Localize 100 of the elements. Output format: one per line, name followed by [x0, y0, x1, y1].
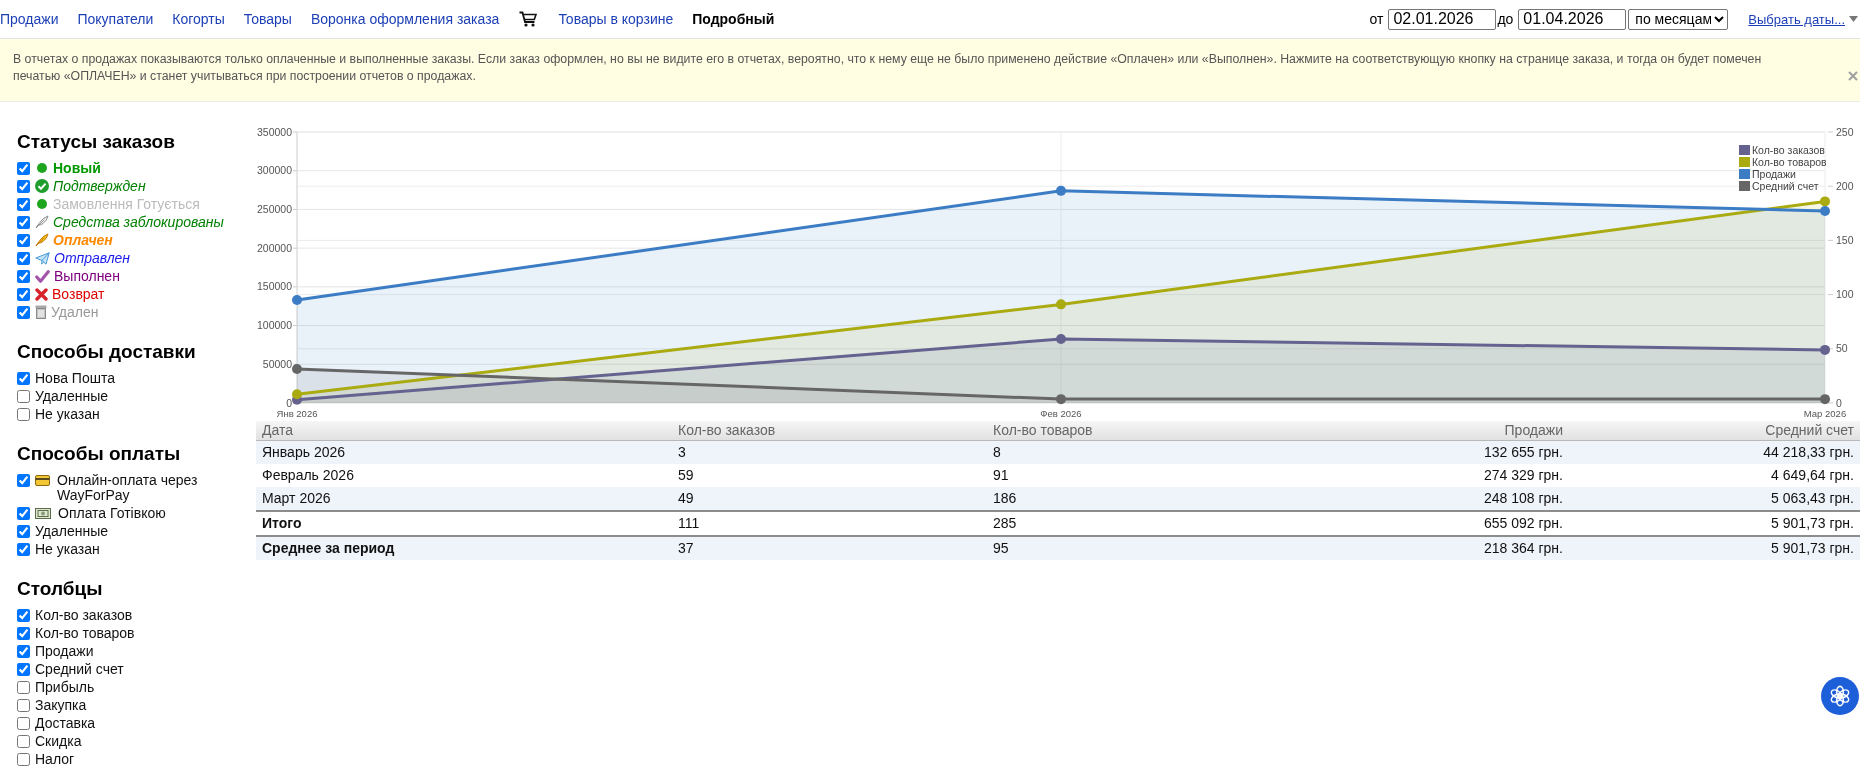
option-label: Оплата Готівкою: [58, 505, 166, 521]
option-label: Кол-во товаров: [35, 625, 135, 641]
table-cell: 186: [987, 486, 1257, 511]
checkbox[interactable]: [17, 269, 30, 283]
checkbox[interactable]: [17, 251, 30, 265]
axis-label: 100000: [256, 319, 292, 332]
checkbox[interactable]: [17, 305, 30, 319]
checkbox[interactable]: [17, 233, 30, 247]
checkbox[interactable]: [17, 287, 30, 301]
legend-label: Продажи: [1752, 167, 1796, 180]
checkbox[interactable]: [17, 698, 30, 712]
axis-label: 50000: [262, 357, 292, 370]
checkbox[interactable]: [17, 608, 30, 622]
checkbox[interactable]: [17, 716, 30, 730]
legend-label: Кол-во заказов: [1752, 143, 1825, 156]
option-label: Не указан: [35, 406, 100, 422]
checkbox[interactable]: [17, 389, 30, 403]
axis-label: 150: [1836, 233, 1854, 246]
axis-label: Фев 2026: [1040, 408, 1082, 419]
option-label: Прибыль: [35, 679, 95, 695]
checkbox[interactable]: [17, 179, 30, 193]
axis-label: 250000: [256, 202, 292, 215]
table-cell: 44 218,33 грн.: [1569, 440, 1860, 464]
checkbox[interactable]: [17, 473, 30, 487]
data-point: [1056, 334, 1066, 345]
option-label: Удаленные: [35, 523, 109, 539]
nav-tab[interactable]: Товары: [243, 11, 292, 27]
checkbox[interactable]: [17, 215, 30, 229]
table-cell: 3: [672, 440, 987, 464]
axis-label: 0: [1836, 396, 1842, 409]
data-point: [292, 389, 302, 400]
table-cell: 5 901,73 грн.: [1569, 535, 1860, 560]
data-point: [292, 363, 302, 374]
axis-label: 250: [1836, 125, 1854, 138]
checkbox[interactable]: [17, 662, 30, 676]
checkbox[interactable]: [17, 506, 30, 520]
column-header[interactable]: Средний счет: [1569, 421, 1860, 440]
checkbox[interactable]: [17, 626, 30, 640]
option-label: Налог: [35, 751, 75, 767]
nav-tab[interactable]: Товары в корзине: [558, 11, 674, 27]
check-circle-icon: [35, 179, 49, 193]
table-cell: 132 655 грн.: [1257, 440, 1569, 464]
column-header[interactable]: Дата: [256, 421, 672, 440]
checkbox[interactable]: [17, 524, 30, 538]
nav-tab[interactable]: Подробный: [692, 11, 775, 27]
table-cell: 91: [987, 463, 1257, 487]
table-cell: 8: [987, 440, 1257, 464]
table-cell: 59: [672, 463, 987, 487]
data-point: [1820, 206, 1830, 216]
nav-tab[interactable]: Покупатели: [77, 11, 154, 27]
cart-icon[interactable]: [519, 11, 538, 27]
table-cell: Январь 2026: [256, 440, 672, 464]
table-cell: 37: [672, 535, 987, 560]
dot-icon: [37, 199, 47, 209]
option-label: Скидка: [35, 733, 82, 749]
table-cell: 218 364 грн.: [1257, 535, 1569, 560]
column-header[interactable]: Кол-во товаров: [987, 421, 1257, 440]
option-label: Удален: [51, 304, 99, 320]
checkbox[interactable]: [17, 197, 30, 211]
period-select[interactable]: по месяцам: [1628, 8, 1729, 30]
nav-tab[interactable]: Когорты: [172, 11, 225, 27]
data-point: [1056, 185, 1066, 196]
table-cell: 4 649,64 грн.: [1569, 463, 1860, 487]
table-cell: Февраль 2026: [256, 463, 672, 487]
axis-label: 150000: [256, 280, 292, 293]
close-icon[interactable]: [1848, 71, 1858, 81]
table-cell: 248 108 грн.: [1257, 486, 1569, 511]
date-field[interactable]: 01.04.2026: [1518, 8, 1627, 30]
caret-icon[interactable]: [1849, 16, 1858, 22]
quill-icon: [35, 215, 49, 229]
checkbox[interactable]: [17, 371, 30, 385]
option-label: Возврат: [52, 286, 105, 302]
paper-plane-icon: [35, 251, 50, 265]
date-field[interactable]: 02.01.2026: [1388, 8, 1497, 30]
column-header[interactable]: Кол-во заказов: [672, 421, 987, 440]
checkbox[interactable]: [17, 752, 30, 766]
option-label: Продажи: [35, 643, 94, 659]
table-cell: 274 329 грн.: [1257, 463, 1569, 487]
checkbox[interactable]: [17, 644, 30, 658]
legend-label: Кол-во товаров: [1752, 155, 1827, 168]
chat-button[interactable]: [1821, 677, 1859, 715]
checkbox[interactable]: [17, 680, 30, 694]
axis-label: 200: [1836, 179, 1854, 192]
checkbox[interactable]: [17, 161, 30, 175]
nav-tab[interactable]: Воронка оформления заказа: [310, 11, 500, 27]
dot-icon: [37, 163, 47, 173]
checkbox[interactable]: [17, 734, 30, 748]
nav-tab[interactable]: Продажи: [0, 11, 59, 27]
option-label: Удаленные: [35, 388, 109, 404]
table-cell: 5 063,43 грн.: [1569, 486, 1860, 511]
axis-label: 0: [286, 396, 292, 409]
axis-label: 50: [1836, 342, 1848, 355]
axis-label: 300000: [256, 164, 292, 177]
data-point: [292, 295, 302, 305]
column-header[interactable]: Продажи: [1257, 421, 1569, 440]
checkbox[interactable]: [17, 542, 30, 556]
checkbox[interactable]: [17, 407, 30, 421]
choose-dates-link[interactable]: Выбрать даты...: [1748, 11, 1845, 27]
axis-label: 200000: [256, 241, 292, 254]
data-point: [1056, 299, 1066, 310]
